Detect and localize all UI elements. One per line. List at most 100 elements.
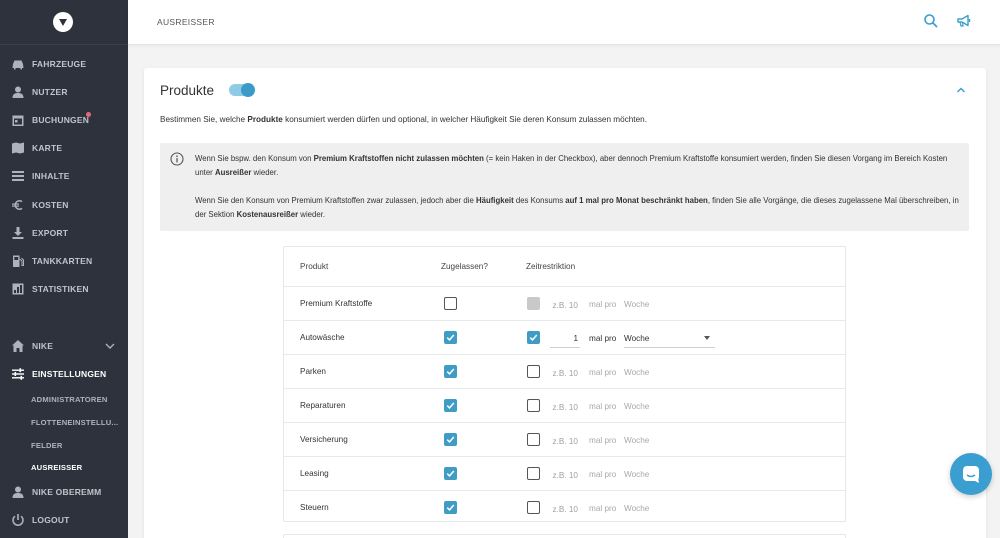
sidebar-item-label: EINSTELLUNGEN: [32, 369, 107, 379]
download-icon: [11, 226, 25, 240]
map-icon: [11, 141, 25, 155]
restriction-checkbox[interactable]: [527, 365, 540, 378]
euro-icon: [11, 198, 25, 212]
sidebar-item-label: FAHRZEUGE: [32, 59, 87, 69]
mal-pro-label: mal pro: [589, 504, 617, 513]
product-name: Premium Kraftstoffe: [300, 299, 373, 308]
frequency-unit-select[interactable]: Woche: [624, 334, 649, 343]
info-paragraph-1: Wenn Sie bspw. den Konsum von Premium Kr…: [195, 154, 948, 177]
car-icon: [11, 57, 25, 71]
sidebar-subitem-ausreisser[interactable]: AUSREISSER: [31, 463, 82, 472]
chat-icon: [963, 466, 979, 483]
allowed-checkbox[interactable]: [444, 467, 457, 480]
mal-pro-label: mal pro: [589, 334, 617, 343]
chart-icon: [11, 282, 25, 296]
products-toggle[interactable]: [229, 83, 255, 97]
sidebar-item-user[interactable]: NIKE OBEREMM: [0, 480, 128, 504]
restriction-checkbox[interactable]: [527, 501, 540, 514]
product-name: Leasing: [300, 469, 329, 478]
frequency-group: mal pro Woche: [550, 432, 715, 450]
frequency-group: mal pro Woche: [550, 500, 715, 518]
sliders-icon: [11, 367, 25, 381]
frequency-unit-select[interactable]: Woche: [624, 470, 649, 479]
sidebar-item-label: KOSTEN: [32, 200, 69, 210]
products-table: Produkt Zugelassen? Zeitrestriktion Prem…: [283, 246, 846, 522]
frequency-count-input[interactable]: [550, 330, 580, 348]
allowed-checkbox[interactable]: [444, 399, 457, 412]
sidebar-subitem-flotteneinstellungen[interactable]: FLOTTENEINSTELLU...: [31, 418, 118, 427]
product-name: Reparaturen: [300, 401, 346, 410]
sidebar-item-label: NIKE: [32, 341, 54, 351]
restriction-checkbox[interactable]: [527, 331, 540, 344]
frequency-unit-select[interactable]: Woche: [624, 300, 649, 309]
product-name: Steuern: [300, 503, 329, 512]
frequency-count-input[interactable]: [550, 466, 580, 484]
chevron-up-icon[interactable]: [956, 85, 966, 95]
frequency-group: mal pro Woche: [550, 296, 715, 314]
frequency-unit-select[interactable]: Woche: [624, 436, 649, 445]
sidebar-item-karte[interactable]: KARTE: [0, 136, 128, 160]
restriction-checkbox[interactable]: [527, 467, 540, 480]
frequency-count-input[interactable]: [550, 296, 580, 314]
sidebar-item-kosten[interactable]: KOSTEN: [0, 193, 128, 217]
sidebar-item-fahrzeuge[interactable]: FAHRZEUGE: [0, 52, 128, 76]
sidebar-item-export[interactable]: EXPORT: [0, 221, 128, 245]
select-underline: [624, 347, 715, 348]
sidebar-item-company[interactable]: NIKE: [0, 334, 128, 358]
table-row: Premium Kraftstoffe mal pro Woche: [284, 286, 845, 320]
power-icon: [11, 513, 25, 527]
sidebar-item-label: KARTE: [32, 143, 63, 153]
sidebar-item-label: NIKE OBEREMM: [32, 487, 102, 497]
sidebar-item-tankkarten[interactable]: TANKKARTEN: [0, 249, 128, 273]
sidebar-item-statistiken[interactable]: STATISTIKEN: [0, 277, 128, 301]
products-table-footer: [283, 534, 846, 538]
frequency-unit-select[interactable]: Woche: [624, 368, 649, 377]
card-description: Bestimmen Sie, welche Produkte konsumier…: [160, 115, 647, 124]
frequency-count-input[interactable]: [550, 364, 580, 382]
allowed-checkbox[interactable]: [444, 297, 457, 310]
caret-down-icon[interactable]: [704, 336, 710, 340]
column-header-restriction: Zeitrestriktion: [526, 262, 576, 271]
mal-pro-label: mal pro: [589, 436, 617, 445]
toggle-knob: [241, 83, 255, 97]
sidebar-item-settings[interactable]: EINSTELLUNGEN: [0, 362, 128, 386]
info-box: Wenn Sie bspw. den Konsum von Premium Kr…: [160, 143, 969, 231]
sidebar-item-buchungen[interactable]: BUCHUNGEN: [0, 108, 128, 132]
restriction-checkbox[interactable]: [527, 433, 540, 446]
mal-pro-label: mal pro: [589, 470, 617, 479]
allowed-checkbox[interactable]: [444, 501, 457, 514]
allowed-checkbox[interactable]: [444, 331, 457, 344]
sidebar-item-logout[interactable]: LOGOUT: [0, 508, 128, 532]
info-paragraph-2: Wenn Sie den Konsum von Premium Kraftsto…: [195, 196, 959, 219]
user-icon: [11, 485, 25, 499]
table-row: Autowäsche mal pro Woche: [284, 320, 845, 354]
frequency-count-input[interactable]: [550, 500, 580, 518]
sidebar: FAHRZEUGE NUTZER BUCHUNGEN KARTE INHALTE KOST…: [0, 0, 128, 538]
sidebar-item-nutzer[interactable]: NUTZER: [0, 80, 128, 104]
frequency-group: mal pro Woche: [550, 364, 715, 382]
frequency-count-input[interactable]: [550, 432, 580, 450]
restriction-checkbox[interactable]: [527, 399, 540, 412]
frequency-unit-select[interactable]: Woche: [624, 402, 649, 411]
table-row: Steuern mal pro Woche: [284, 490, 845, 524]
sidebar-item-label: LOGOUT: [32, 515, 70, 525]
sidebar-subitem-administratoren[interactable]: ADMINISTRATOREN: [31, 395, 108, 404]
card-title: Produkte: [160, 83, 215, 98]
sidebar-item-label: STATISTIKEN: [32, 284, 89, 294]
search-icon[interactable]: [923, 13, 939, 29]
notification-dot: [86, 112, 91, 117]
sidebar-item-label: TANKKARTEN: [32, 256, 93, 266]
table-row: Reparaturen mal pro Woche: [284, 388, 845, 422]
sidebar-subitem-felder[interactable]: FELDER: [31, 441, 63, 450]
chat-button[interactable]: [950, 453, 992, 495]
product-name: Autowäsche: [300, 333, 345, 342]
allowed-checkbox[interactable]: [444, 433, 457, 446]
allowed-checkbox[interactable]: [444, 365, 457, 378]
frequency-unit-select[interactable]: Woche: [624, 504, 649, 513]
frequency-count-input[interactable]: [550, 398, 580, 416]
megaphone-icon[interactable]: [956, 13, 972, 29]
logo-icon[interactable]: [53, 12, 73, 32]
sidebar-item-inhalte[interactable]: INHALTE: [0, 164, 128, 188]
calendar-icon: [11, 113, 25, 127]
product-name: Parken: [300, 367, 326, 376]
